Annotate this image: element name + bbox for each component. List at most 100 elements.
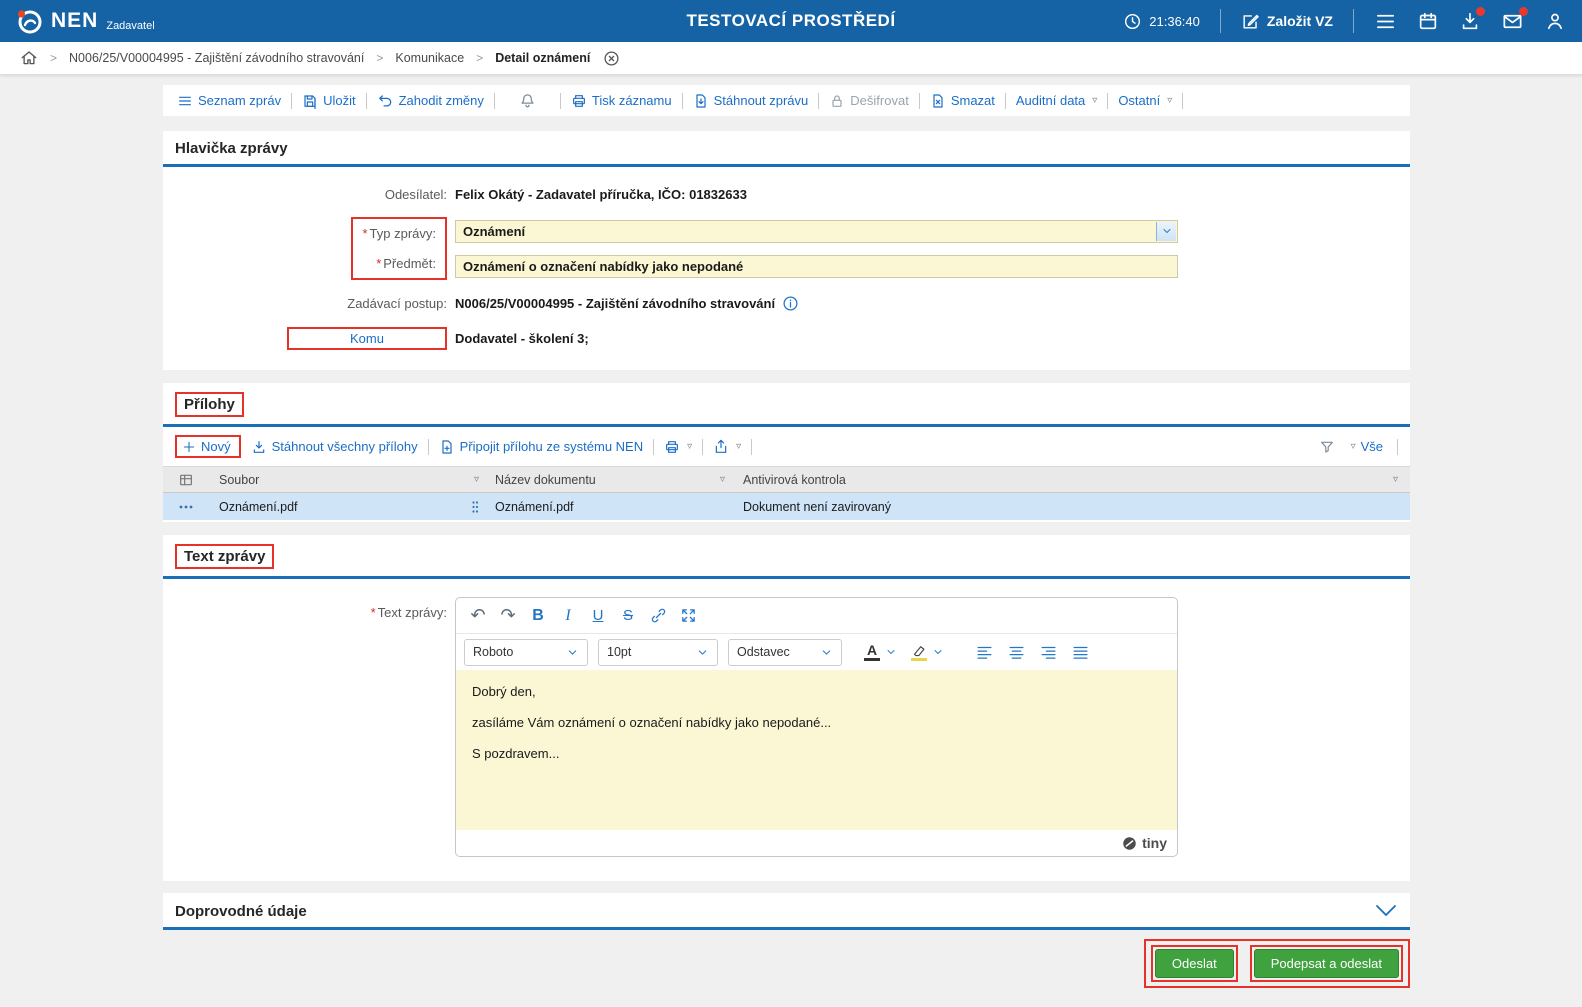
home-icon[interactable]	[20, 49, 38, 67]
column-header-nazev: Název dokumentu	[495, 472, 596, 487]
sender-label: Odesílatel:	[384, 187, 447, 202]
highlight-color-icon[interactable]	[907, 639, 931, 665]
recipients-value: Dodavatel - školení 3;	[455, 331, 589, 346]
attach-from-nen-button[interactable]: Připojit přílohu ze systému NEN	[439, 439, 643, 455]
audit-data-menu[interactable]: Auditní data ▿	[1016, 93, 1097, 108]
editor-format-toolbar: ↶ ↷ B I U S	[456, 598, 1177, 634]
other-menu[interactable]: Ostatní ▿	[1118, 93, 1172, 108]
row-options-icon[interactable]	[178, 503, 194, 511]
link-icon[interactable]	[644, 603, 672, 629]
audit-data-label: Auditní data	[1015, 93, 1086, 108]
breadcrumb-item-komunikace[interactable]: Komunikace	[395, 51, 464, 65]
downloads-button[interactable]	[1459, 7, 1485, 32]
download-message-button[interactable]: Stáhnout zprávu	[693, 93, 808, 109]
top-header: NEN Zadavatel TESTOVACÍ PROSTŘEDÍ 21:36:…	[0, 0, 1582, 42]
discard-changes-label: Zahodit změny	[398, 93, 484, 108]
toolbar-separator	[653, 438, 655, 455]
download-all-attachments-button[interactable]: Stáhnout všechny přílohy	[251, 439, 418, 455]
tiny-logo-icon[interactable]	[1122, 836, 1137, 851]
delete-button[interactable]: Smazat	[930, 93, 995, 109]
breadcrumb-item-procedure[interactable]: N006/25/V00004995 - Zajištění závodního …	[69, 51, 364, 65]
recipients-button[interactable]: Komu	[287, 327, 447, 350]
save-label: Uložit	[323, 93, 356, 108]
font-family-select[interactable]: Roboto	[464, 638, 588, 666]
bold-icon[interactable]: B	[524, 603, 552, 629]
topbar-separator	[1353, 9, 1354, 33]
export-attachments-menu[interactable]: ▿	[713, 439, 741, 455]
text-color-icon[interactable]: A	[860, 639, 884, 665]
column-filter-icon[interactable]: ▿	[720, 474, 725, 485]
toolbar-separator	[1397, 438, 1398, 455]
italic-icon[interactable]: I	[554, 603, 582, 629]
filter-all-label: Vše	[1360, 439, 1383, 454]
message-body-textarea[interactable]: Dobrý den, zasíláme Vám oznámení o označ…	[456, 670, 1177, 830]
toolbar-separator	[365, 92, 367, 109]
column-filter-icon[interactable]: ▿	[1393, 474, 1398, 485]
download-document-icon	[695, 93, 706, 108]
expand-section-chevron-icon[interactable]	[1374, 902, 1398, 920]
create-vz-button[interactable]: Založit VZ	[1241, 12, 1333, 31]
clock-icon	[1125, 13, 1141, 29]
chevron-down-icon: ▿	[687, 441, 693, 452]
align-left-icon[interactable]	[970, 639, 998, 665]
underline-icon[interactable]: U	[584, 603, 612, 629]
chevron-down-icon[interactable]	[1156, 221, 1176, 241]
chevron-down-icon[interactable]	[932, 646, 944, 658]
rich-text-editor[interactable]: ↶ ↷ B I U S Roboto 10pt Odstavec A Dobrý…	[455, 597, 1178, 857]
editor-redo-icon[interactable]: ↷	[494, 603, 522, 629]
decrypt-label: Dešifrovat	[850, 93, 909, 108]
export-icon	[715, 439, 727, 453]
menu-icon[interactable]	[1374, 10, 1397, 33]
toolbar-separator	[818, 92, 820, 109]
chevron-down-icon[interactable]	[885, 646, 897, 658]
align-justify-icon[interactable]	[1066, 639, 1094, 665]
notification-badge	[1476, 7, 1485, 16]
save-icon	[304, 94, 316, 109]
discard-changes-button[interactable]: Zahodit změny	[377, 92, 484, 109]
editor-undo-icon[interactable]: ↶	[464, 603, 492, 629]
column-header-soubor: Soubor	[219, 472, 260, 487]
block-format-select[interactable]: Odstavec	[728, 638, 842, 666]
close-tab-icon[interactable]	[602, 49, 620, 67]
filter-all-menu[interactable]: ▿ Vše	[1349, 439, 1383, 454]
align-right-icon[interactable]	[1034, 639, 1062, 665]
fullscreen-icon[interactable]	[674, 603, 702, 629]
download-all-label: Stáhnout všechny přílohy	[271, 439, 418, 454]
font-size-select[interactable]: 10pt	[598, 638, 718, 666]
notifications-button[interactable]	[505, 92, 550, 109]
align-center-icon[interactable]	[1002, 639, 1030, 665]
nen-home-link[interactable]: NEN Zadavatel	[16, 8, 155, 35]
print-attachments-menu[interactable]: ▿	[664, 439, 692, 455]
toolbar-separator	[559, 92, 561, 109]
strikethrough-icon[interactable]: S	[614, 603, 642, 629]
other-label: Ostatní	[1118, 93, 1161, 108]
filter-icon[interactable]	[1319, 439, 1335, 455]
attachments-table-header: Soubor ▿ Název dokumentu ▿ Antivirová ko…	[163, 466, 1410, 493]
save-button[interactable]: Uložit	[302, 93, 356, 109]
attachment-row[interactable]: Oznámení.pdf Oznámení.pdf Dokument není …	[163, 493, 1410, 520]
print-record-button[interactable]: Tisk záznamu	[571, 93, 672, 109]
calendar-icon[interactable]	[1417, 10, 1439, 32]
nen-logo-icon	[17, 9, 42, 33]
new-attachment-label: Nový	[201, 439, 231, 454]
message-list-button[interactable]: Seznam zpráv	[177, 93, 281, 109]
column-filter-icon[interactable]: ▿	[474, 474, 479, 485]
sign-and-send-button[interactable]: Podepsat a odeslat	[1253, 949, 1399, 978]
attachments-section: Přílohy Nový Stáhnout všechny přílohy Př…	[163, 383, 1410, 522]
drag-handle-icon[interactable]	[471, 500, 479, 514]
attachment-file-name[interactable]: Oznámení.pdf	[219, 500, 298, 514]
message-type-select[interactable]: Oznámení	[455, 219, 1178, 243]
toolbar-separator	[1004, 92, 1006, 109]
send-button[interactable]: Odeslat	[1154, 949, 1234, 978]
tiny-brand-label[interactable]: tiny	[1142, 835, 1167, 851]
send-button-annotation: Odeslat	[1150, 945, 1238, 982]
new-attachment-button[interactable]: Nový	[175, 435, 241, 458]
message-type-label: * Typ zprávy:	[362, 226, 436, 241]
grid-settings-icon[interactable]	[178, 472, 194, 488]
notification-badge	[1519, 6, 1528, 16]
font-family-value: Roboto	[473, 645, 514, 659]
messages-button[interactable]	[1501, 6, 1528, 33]
subject-input[interactable]: Oznámení o označení nabídky jako nepodan…	[455, 254, 1178, 278]
user-icon[interactable]	[1544, 10, 1566, 32]
info-icon[interactable]	[782, 295, 799, 312]
